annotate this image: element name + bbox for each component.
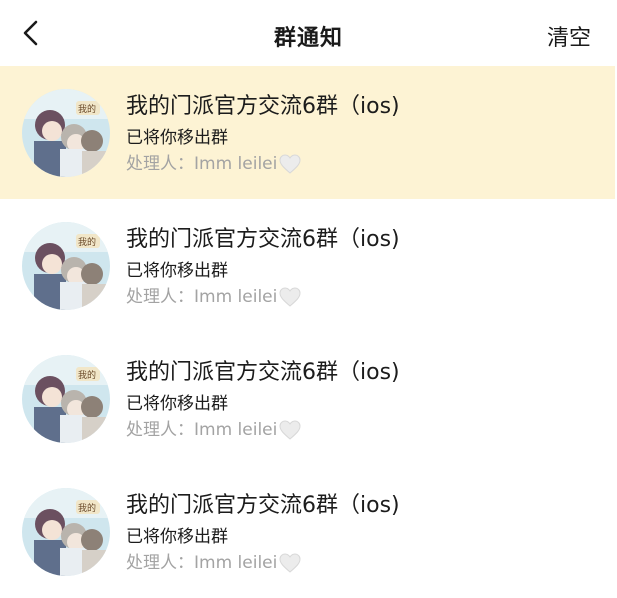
page-title: 群通知 <box>273 26 343 51</box>
white-heart-icon <box>279 287 301 307</box>
svg-text:我的: 我的 <box>78 502 96 514</box>
notification-item[interactable]: 我的 我的门派官方交流6群（ios) 已将你移出群 处理人： Imm leile… <box>0 332 615 465</box>
group-avatar[interactable]: 我的 <box>22 488 110 576</box>
group-avatar[interactable]: 我的 <box>22 222 110 310</box>
notification-item[interactable]: 我的 我的门派官方交流6群（ios) 已将你移出群 处理人： Imm leile… <box>0 66 615 199</box>
notification-action: 已将你移出群 <box>126 394 228 414</box>
notification-action: 已将你移出群 <box>126 527 228 547</box>
white-heart-icon <box>279 154 301 174</box>
group-avatar[interactable]: 我的 <box>22 89 110 177</box>
group-name: 我的门派官方交流6群（ios) <box>126 360 400 385</box>
handler-line: 处理人： Imm leilei <box>126 286 605 308</box>
handler-name: Imm leilei <box>194 420 278 440</box>
notification-list: 我的 我的门派官方交流6群（ios) 已将你移出群 处理人： Imm leile… <box>0 66 617 598</box>
handler-name: Imm leilei <box>194 154 278 174</box>
handler-name: Imm leilei <box>194 553 278 573</box>
white-heart-icon <box>279 420 301 440</box>
chevron-left-icon <box>23 20 38 46</box>
handler-label: 处理人： <box>126 154 194 174</box>
svg-text:我的: 我的 <box>78 369 96 381</box>
handler-label: 处理人： <box>126 287 194 307</box>
handler-label: 处理人： <box>126 420 194 440</box>
back-button[interactable] <box>14 16 48 50</box>
group-name: 我的门派官方交流6群（ios) <box>126 493 400 518</box>
notification-action: 已将你移出群 <box>126 261 228 281</box>
notification-item[interactable]: 我的 我的门派官方交流6群（ios) 已将你移出群 处理人： Imm leile… <box>0 465 615 598</box>
nav-bar: 群通知 清空 <box>0 0 617 66</box>
svg-text:我的: 我的 <box>78 103 96 115</box>
group-avatar[interactable]: 我的 <box>22 355 110 443</box>
notification-action: 已将你移出群 <box>126 128 228 148</box>
handler-line: 处理人： Imm leilei <box>126 153 605 175</box>
handler-name: Imm leilei <box>194 287 278 307</box>
notification-item[interactable]: 我的 我的门派官方交流6群（ios) 已将你移出群 处理人： Imm leile… <box>0 199 615 332</box>
svg-text:我的: 我的 <box>78 236 96 248</box>
handler-line: 处理人： Imm leilei <box>126 552 605 574</box>
handler-label: 处理人： <box>126 553 194 573</box>
group-name: 我的门派官方交流6群（ios) <box>126 94 400 119</box>
white-heart-icon <box>279 553 301 573</box>
handler-line: 处理人： Imm leilei <box>126 419 605 441</box>
group-name: 我的门派官方交流6群（ios) <box>126 227 400 252</box>
clear-button[interactable]: 清空 <box>547 20 591 52</box>
